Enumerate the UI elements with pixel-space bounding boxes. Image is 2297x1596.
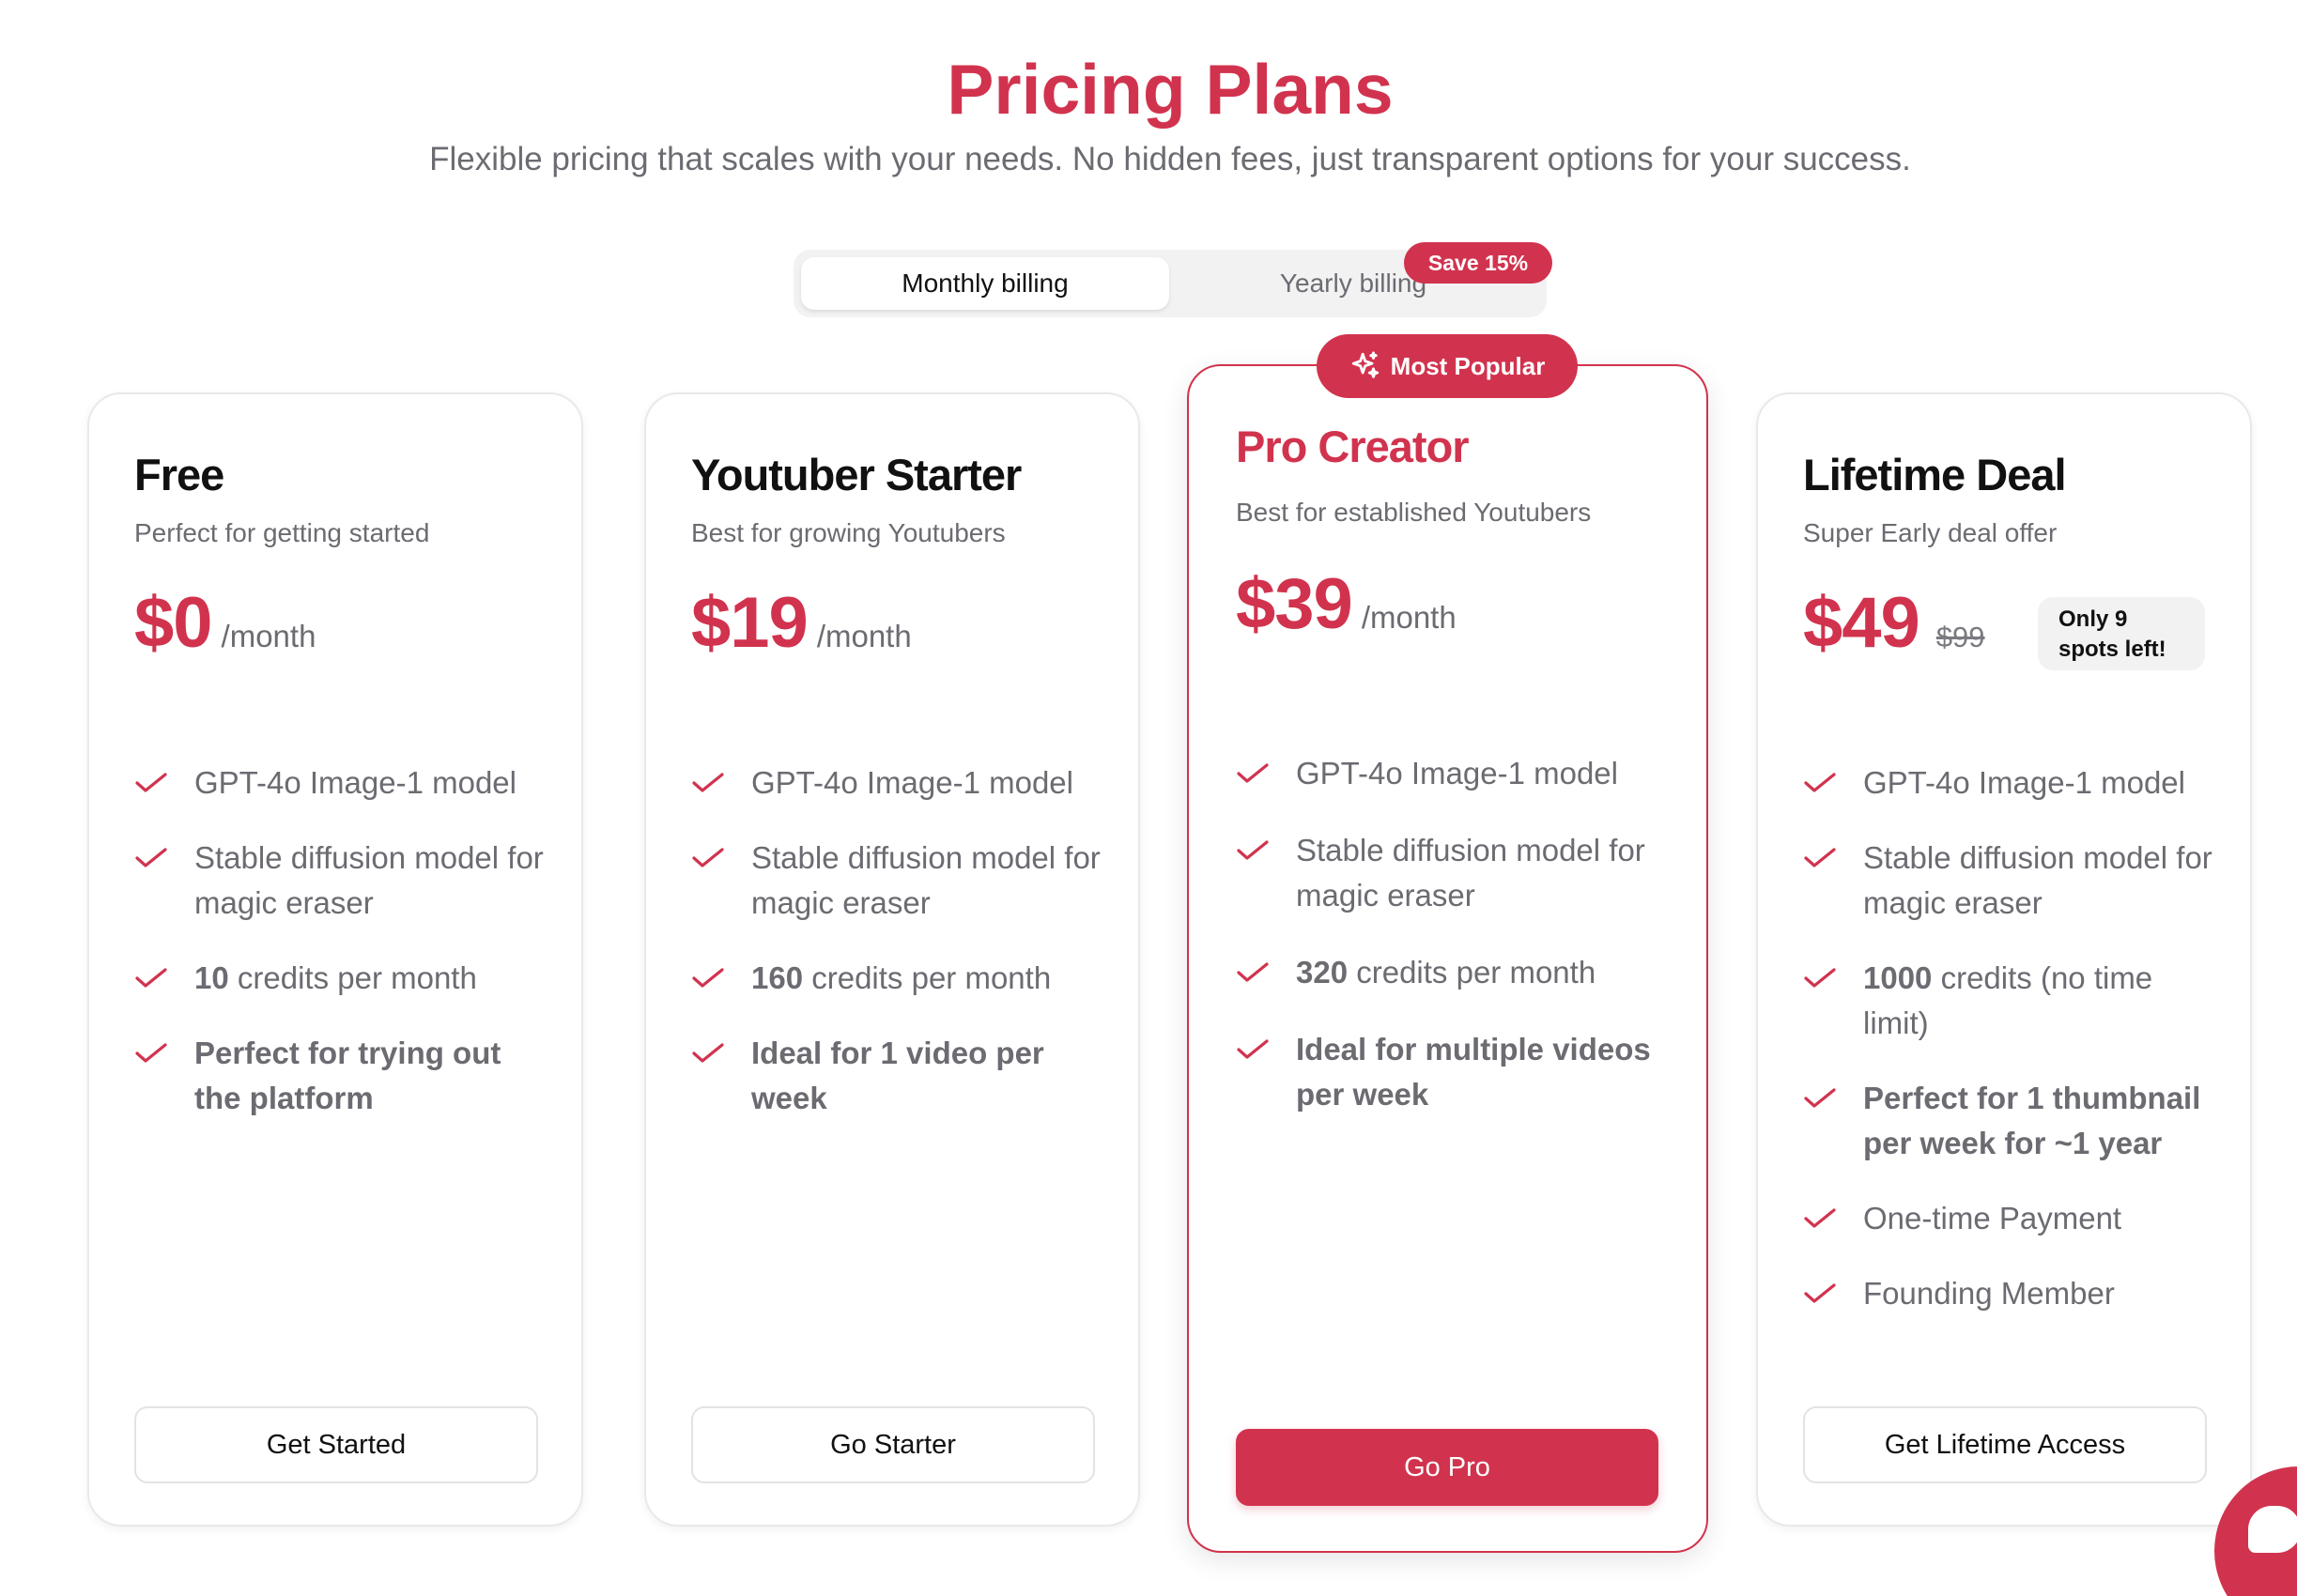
feature-highlight: Perfect for 1 thumbnail per week for ~1 … <box>1863 1081 2201 1160</box>
feature-text: One-time Payment <box>1863 1201 2122 1235</box>
feature-item: GPT-4o Image-1 model <box>134 760 553 806</box>
page-title: Pricing Plans <box>947 50 1394 129</box>
plan-description: Perfect for getting started <box>134 518 430 547</box>
plan-description: Best for established Youtubers <box>1236 498 1592 527</box>
feature-text: Stable diffusion model for magic eraser <box>751 840 1101 920</box>
most-popular-label: Most Popular <box>1390 351 1546 380</box>
price-period: /month <box>1361 600 1457 635</box>
check-icon <box>135 968 167 988</box>
plan-price: $0 <box>134 583 213 663</box>
price-row: $39 /month <box>1236 563 1457 645</box>
page-subtitle: Flexible pricing that scales with your n… <box>429 141 1911 177</box>
plan-name: Youtuber Starter <box>691 450 1022 499</box>
feature-text: Founding Member <box>1863 1276 2115 1311</box>
feature-item: Perfect for 1 thumbnail per week for ~1 … <box>1803 1076 2222 1166</box>
check-icon <box>135 1043 167 1063</box>
feature-text: credits per month <box>803 960 1052 995</box>
check-icon <box>692 773 724 792</box>
feature-item: GPT-4o Image-1 model <box>1236 751 1678 796</box>
price-row: $19 /month <box>691 582 912 664</box>
feature-text: GPT-4o Image-1 model <box>1296 756 1618 790</box>
feature-highlight: Ideal for 1 video per week <box>751 1036 1044 1115</box>
feature-item: 160 credits per month <box>691 956 1110 1001</box>
feature-item: Ideal for multiple videos per week <box>1236 1027 1678 1117</box>
feature-item: Stable diffusion model for magic eraser <box>1236 828 1678 918</box>
feature-item: 320 credits per month <box>1236 950 1678 995</box>
check-icon <box>1804 848 1836 867</box>
feature-highlight: Ideal for multiple videos per week <box>1296 1032 1651 1112</box>
feature-item: Perfect for trying out the platform <box>134 1031 553 1121</box>
feature-highlight: 1000 <box>1863 960 1933 995</box>
feature-item: GPT-4o Image-1 model <box>1803 760 2222 806</box>
plan-card-pro: Pro Creator Best for established Youtube… <box>1187 364 1708 1553</box>
plan-price: $49 <box>1803 583 1920 663</box>
feature-item: 10 credits per month <box>134 956 553 1001</box>
save-badge: Save 15% <box>1404 242 1552 284</box>
plan-description: Super Early deal offer <box>1803 518 2058 547</box>
plan-price: $19 <box>691 583 809 663</box>
plan-name: Lifetime Deal <box>1803 450 2067 499</box>
check-icon <box>1237 962 1269 982</box>
plan-card-free: Free Perfect for getting started $0 /mon… <box>87 392 583 1527</box>
feature-highlight: 10 <box>194 960 229 995</box>
check-icon <box>1804 773 1836 792</box>
original-price: $99 <box>1935 621 1985 653</box>
price-row: $49 $99 <box>1803 582 1985 664</box>
feature-list: GPT-4o Image-1 model Stable diffusion mod… <box>691 760 1110 1151</box>
feature-item: Stable diffusion model for magic eraser <box>691 836 1110 926</box>
check-icon <box>692 848 724 867</box>
feature-text: GPT-4o Image-1 model <box>194 765 516 800</box>
plan-card-lifetime: Lifetime Deal Super Early deal offer $49… <box>1756 392 2252 1527</box>
check-icon <box>1804 968 1836 988</box>
feature-highlight: 160 <box>751 960 804 995</box>
get-started-button[interactable]: Get Started <box>134 1406 538 1483</box>
feature-item: Stable diffusion model for magic eraser <box>1803 836 2222 926</box>
chat-icon <box>2248 1506 2297 1553</box>
plan-name: Pro Creator <box>1236 422 1470 471</box>
check-icon <box>1237 1039 1269 1059</box>
check-icon <box>1237 763 1269 783</box>
plan-card-starter: Youtuber Starter Best for growing Youtub… <box>644 392 1140 1527</box>
feature-item: One-time Payment <box>1803 1196 2222 1241</box>
most-popular-badge: Most Popular <box>1317 334 1578 398</box>
plan-price: $39 <box>1236 564 1353 644</box>
sparkles-icon <box>1351 351 1379 378</box>
check-icon <box>692 968 724 988</box>
feature-text: GPT-4o Image-1 model <box>751 765 1073 800</box>
feature-text: Stable diffusion model for magic eraser <box>1863 840 2212 920</box>
feature-item: 1000 credits (no time limit) <box>1803 956 2222 1046</box>
feature-item: Ideal for 1 video per week <box>691 1031 1110 1121</box>
feature-item: Stable diffusion model for magic eraser <box>134 836 553 926</box>
feature-list: GPT-4o Image-1 model Stable diffusion mod… <box>1803 760 2222 1346</box>
check-icon <box>1804 1208 1836 1228</box>
feature-list: GPT-4o Image-1 model Stable diffusion mod… <box>134 760 553 1151</box>
feature-item: Founding Member <box>1803 1271 2222 1316</box>
plan-description: Best for growing Youtubers <box>691 518 1006 547</box>
spots-left-badge: Only 9 spots left! <box>2038 597 2205 670</box>
feature-text: GPT-4o Image-1 model <box>1863 765 2185 800</box>
monthly-billing-option[interactable]: Monthly billing <box>801 257 1169 310</box>
feature-text: Stable diffusion model for magic eraser <box>1296 833 1645 913</box>
price-row: $0 /month <box>134 582 316 664</box>
feature-highlight: Perfect for trying out the platform <box>194 1036 501 1115</box>
price-period: /month <box>816 619 912 653</box>
check-icon <box>692 1043 724 1063</box>
price-period: /month <box>221 619 316 653</box>
check-icon <box>1237 840 1269 860</box>
get-lifetime-access-button[interactable]: Get Lifetime Access <box>1803 1406 2207 1483</box>
feature-list: GPT-4o Image-1 model Stable diffusion mod… <box>1236 751 1678 1149</box>
go-starter-button[interactable]: Go Starter <box>691 1406 1095 1483</box>
feature-text: Stable diffusion model for magic eraser <box>194 840 544 920</box>
check-icon <box>135 773 167 792</box>
check-icon <box>1804 1088 1836 1108</box>
plan-name: Free <box>134 450 224 499</box>
feature-text: credits per month <box>228 960 477 995</box>
feature-item: GPT-4o Image-1 model <box>691 760 1110 806</box>
go-pro-button[interactable]: Go Pro <box>1236 1429 1658 1506</box>
pricing-page: Pricing Plans Flexible pricing that scal… <box>0 0 2297 1596</box>
feature-highlight: 320 <box>1296 955 1349 990</box>
check-icon <box>135 848 167 867</box>
check-icon <box>1804 1283 1836 1303</box>
feature-text: credits per month <box>1348 955 1596 990</box>
